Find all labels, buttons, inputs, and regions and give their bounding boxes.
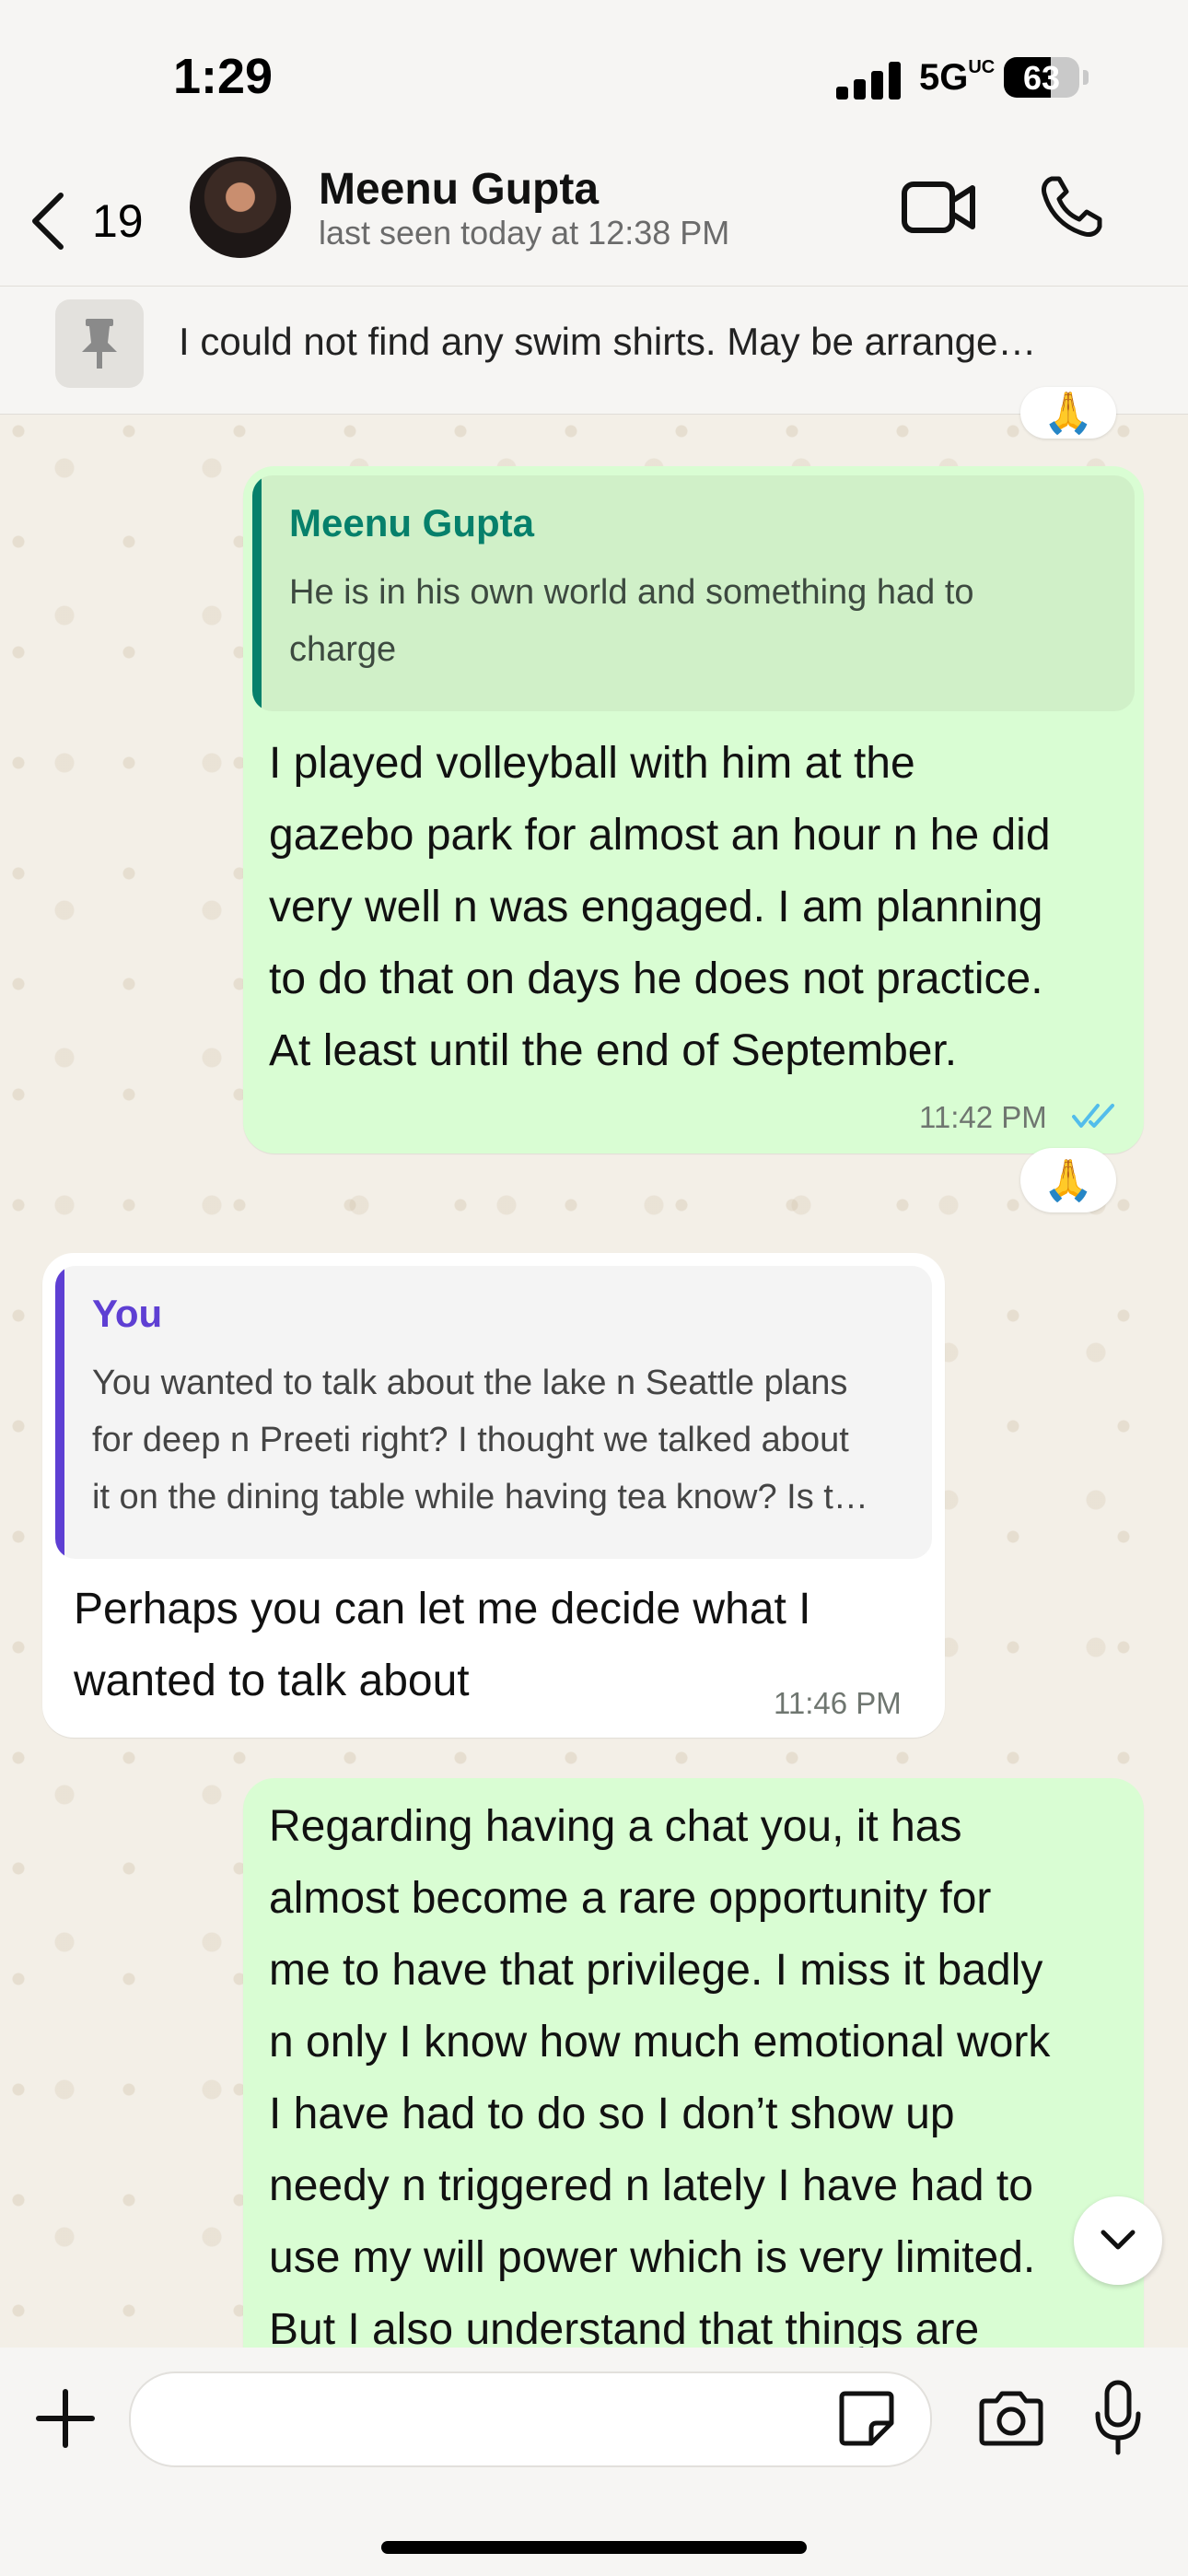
- message-line: n only I know how much emotional work: [269, 2018, 1051, 2067]
- status-bar: 1:29 5GUC 63: [0, 0, 1188, 157]
- quote-bar: [55, 1266, 64, 1559]
- quote-line: for deep n Preeti right? I thought we ta…: [92, 1421, 849, 1459]
- quoted-message[interactable]: You You wanted to talk about the lake n …: [55, 1266, 932, 1559]
- pinned-text: I could not find any swim shirts. May be…: [179, 320, 1037, 363]
- chevron-down-icon: [1101, 2230, 1136, 2250]
- quote-bar: [252, 475, 262, 711]
- status-time: 1:29: [173, 49, 274, 104]
- message-line: very well n was engaged. I am planning: [269, 883, 1043, 931]
- message-line: to do that on days he does not practice.: [269, 954, 1043, 1003]
- quoted-message[interactable]: Meenu Gupta He is in his own world and s…: [252, 475, 1135, 711]
- home-indicator[interactable]: [381, 2541, 807, 2554]
- message-time: 11:42 PM: [919, 1100, 1047, 1134]
- contact-name[interactable]: Meenu Gupta: [319, 164, 599, 215]
- message-bubble-outgoing[interactable]: Regarding having a chat you, it has almo…: [243, 1778, 1144, 2423]
- message-bubble-incoming[interactable]: You You wanted to talk about the lake n …: [42, 1253, 945, 1738]
- message-line: me to have that privilege. I miss it bad…: [269, 1946, 1043, 1995]
- battery-icon: 63: [1004, 57, 1079, 98]
- pin-button[interactable]: [55, 299, 144, 388]
- camera-icon[interactable]: [976, 2388, 1046, 2449]
- scroll-to-bottom-button[interactable]: [1074, 2196, 1162, 2285]
- message-line: Regarding having a chat you, it has: [269, 1802, 962, 1851]
- phone-icon[interactable]: [1039, 173, 1105, 240]
- quote-line: it on the dining table while having tea …: [92, 1478, 868, 1516]
- battery-tip: [1083, 70, 1089, 85]
- message-line: use my will power which is very limited.: [269, 2233, 1036, 2282]
- message-line: I have had to do so I don’t show up: [269, 2090, 955, 2138]
- pinned-message-bar[interactable]: I could not find any swim shirts. May be…: [0, 286, 1188, 415]
- network-indicator: 5GUC: [919, 57, 996, 98]
- plus-icon[interactable]: [33, 2386, 98, 2451]
- message-input[interactable]: [129, 2371, 932, 2467]
- double-check-icon: [1072, 1104, 1114, 1128]
- quote-author: You: [92, 1292, 163, 1335]
- chat-header: 19 Meenu Gupta last seen today at 12:38 …: [0, 157, 1188, 286]
- chevron-left-icon: [32, 193, 64, 250]
- message-line: gazebo park for almost an hour n he did: [269, 811, 1051, 860]
- microphone-icon[interactable]: [1092, 2379, 1144, 2456]
- quote-line: He is in his own world and something had…: [289, 573, 974, 612]
- quote-line: charge: [289, 630, 397, 669]
- message-line: almost become a rare opportunity for: [269, 1874, 992, 1923]
- quote-author: Meenu Gupta: [289, 501, 535, 544]
- message-line: Perhaps you can let me decide what I: [74, 1585, 811, 1633]
- avatar[interactable]: [190, 157, 291, 258]
- video-call-icon[interactable]: [901, 175, 978, 240]
- reaction-badge[interactable]: 🙏: [1020, 1148, 1116, 1212]
- message-line: I played volleyball with him at the: [269, 739, 915, 788]
- signal-icon: [836, 61, 903, 100]
- message-bubble-outgoing[interactable]: Meenu Gupta He is in his own world and s…: [243, 466, 1144, 1153]
- battery-level: 63: [1022, 59, 1061, 97]
- message-line: needy n triggered n lately I have had to: [269, 2161, 1033, 2210]
- message-line: At least until the end of September.: [269, 1026, 958, 1075]
- pin-icon: [82, 319, 117, 369]
- unread-count: 19: [92, 195, 144, 247]
- reaction-badge[interactable]: 🙏: [1020, 387, 1116, 439]
- back-button[interactable]: 19: [28, 175, 157, 267]
- contact-status: last seen today at 12:38 PM: [319, 214, 730, 252]
- message-time: 11:46 PM: [774, 1686, 902, 1720]
- message-line: wanted to talk about: [74, 1657, 470, 1705]
- sticker-icon[interactable]: [836, 2388, 897, 2449]
- quote-line: You wanted to talk about the lake n Seat…: [92, 1364, 848, 1402]
